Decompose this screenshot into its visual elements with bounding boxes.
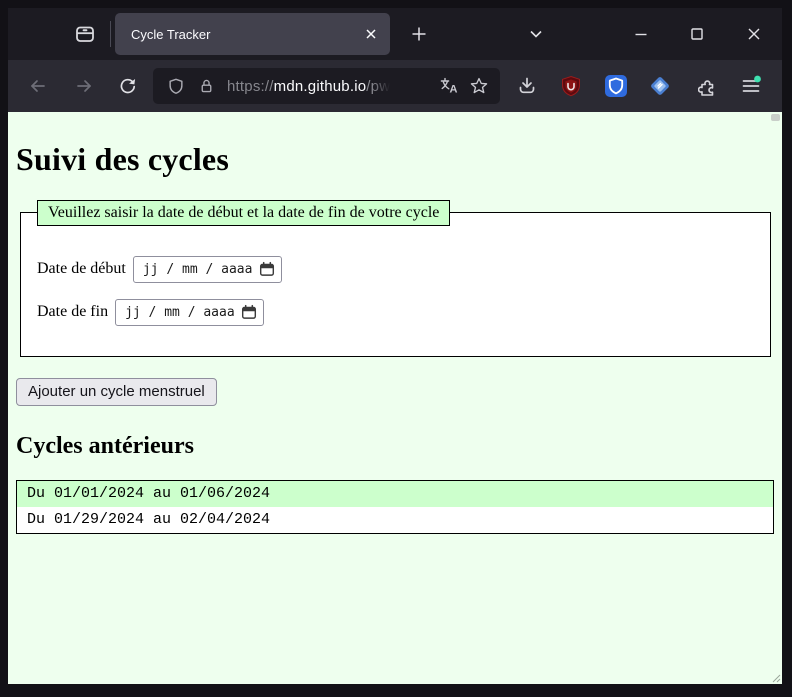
translate-icon: A bbox=[440, 77, 459, 95]
bookmark-button[interactable] bbox=[464, 72, 494, 100]
cycle-list-item: Du 01/01/2024 au 01/06/2024 bbox=[17, 481, 773, 507]
cycle-fieldset: Veuillez saisir la date de début et la d… bbox=[20, 200, 771, 357]
reload-icon bbox=[119, 77, 137, 95]
navigation-toolbar: https://mdn.github.io/pw A bbox=[8, 60, 782, 112]
add-cycle-button[interactable]: Ajouter un cycle menstruel bbox=[16, 378, 217, 406]
forward-button[interactable] bbox=[67, 69, 101, 103]
svg-text:A: A bbox=[449, 84, 457, 96]
tab-strip: Cycle Tracker bbox=[8, 8, 782, 60]
tracking-protection-button[interactable] bbox=[161, 72, 191, 100]
url-host: mdn.github.io bbox=[274, 78, 367, 95]
past-cycles-list: Du 01/01/2024 au 01/06/2024 Du 01/29/202… bbox=[16, 480, 774, 534]
plus-icon bbox=[411, 26, 427, 42]
new-period-form: Veuillez saisir la date de début et la d… bbox=[16, 200, 774, 406]
app-menu-button[interactable] bbox=[734, 69, 768, 103]
end-date-label: Date de fin bbox=[37, 303, 108, 321]
url-text: https://mdn.github.io/pw bbox=[227, 78, 434, 95]
url-scheme: https:// bbox=[227, 78, 274, 95]
tab-cycle-tracker[interactable]: Cycle Tracker bbox=[115, 13, 390, 55]
maximize-icon bbox=[689, 26, 705, 42]
calendar-icon[interactable] bbox=[259, 261, 275, 277]
calendar-icon[interactable] bbox=[241, 304, 257, 320]
reload-button[interactable] bbox=[111, 69, 145, 103]
chevron-down-icon bbox=[528, 26, 544, 42]
download-icon bbox=[517, 76, 537, 96]
date-placeholder: jj / mm / aaaa bbox=[143, 262, 259, 277]
firefox-view-icon bbox=[74, 23, 96, 45]
tab-separator bbox=[110, 21, 111, 47]
back-button[interactable] bbox=[21, 69, 55, 103]
page-content: Suivi des cycles Veuillez saisir la date… bbox=[8, 112, 782, 684]
hamburger-icon bbox=[740, 75, 762, 97]
extension-diamond-button[interactable] bbox=[643, 69, 677, 103]
tab-title: Cycle Tracker bbox=[131, 27, 358, 42]
page-scrollbar-thumb[interactable] bbox=[771, 114, 780, 121]
date-placeholder: jj / mm / aaaa bbox=[125, 305, 241, 320]
url-path: /pw bbox=[366, 78, 390, 95]
extensions-button[interactable] bbox=[691, 69, 725, 103]
firefox-view-button[interactable] bbox=[68, 17, 102, 51]
window-close-button[interactable] bbox=[737, 17, 771, 51]
puzzle-icon bbox=[698, 76, 719, 97]
past-cycles-heading: Cycles antérieurs bbox=[16, 433, 774, 460]
close-icon bbox=[364, 27, 378, 41]
start-date-label: Date de début bbox=[37, 260, 126, 278]
translate-button[interactable]: A bbox=[434, 72, 464, 100]
minimize-button[interactable] bbox=[624, 17, 658, 51]
window-resize-grip[interactable] bbox=[770, 672, 781, 683]
address-bar[interactable]: https://mdn.github.io/pw A bbox=[153, 68, 500, 104]
cycle-legend: Veuillez saisir la date de début et la d… bbox=[37, 200, 450, 226]
arrow-right-icon bbox=[75, 77, 93, 95]
maximize-button[interactable] bbox=[680, 17, 714, 51]
minimize-icon bbox=[633, 26, 649, 42]
browser-window: Cycle Tracker bbox=[0, 0, 792, 697]
start-date-input[interactable]: jj / mm / aaaa bbox=[133, 256, 282, 283]
end-date-input[interactable]: jj / mm / aaaa bbox=[115, 299, 264, 326]
ublock-origin-button[interactable] bbox=[554, 69, 588, 103]
page-title: Suivi des cycles bbox=[16, 141, 774, 178]
end-date-row: Date de fin jj / mm / aaaa bbox=[37, 299, 754, 326]
close-icon bbox=[746, 26, 762, 42]
new-tab-button[interactable] bbox=[402, 17, 436, 51]
update-available-dot bbox=[754, 76, 761, 83]
start-date-row: Date de début jj / mm / aaaa bbox=[37, 256, 754, 283]
arrow-left-icon bbox=[29, 77, 47, 95]
bitwarden-button[interactable] bbox=[599, 69, 633, 103]
ublock-shield-icon bbox=[560, 75, 582, 97]
bitwarden-shield-icon bbox=[604, 74, 628, 98]
shield-icon bbox=[167, 77, 185, 96]
star-icon bbox=[470, 77, 488, 95]
lock-icon bbox=[198, 77, 215, 95]
blue-diamond-icon bbox=[648, 74, 672, 98]
tabs-menu-button[interactable] bbox=[519, 17, 553, 51]
tab-close-button[interactable] bbox=[358, 21, 384, 47]
site-security-button[interactable] bbox=[191, 72, 221, 100]
downloads-button[interactable] bbox=[510, 69, 544, 103]
cycle-list-item: Du 01/29/2024 au 02/04/2024 bbox=[17, 507, 773, 533]
